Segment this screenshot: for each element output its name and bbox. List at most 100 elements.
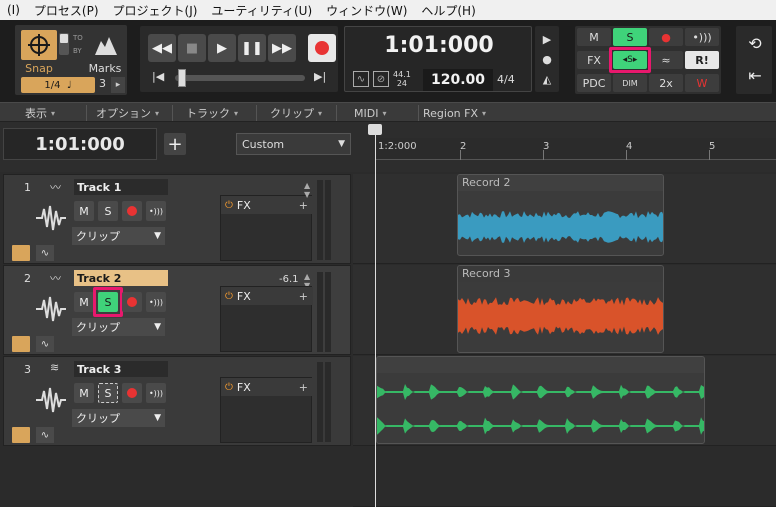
play-button[interactable]: ▶	[208, 34, 236, 62]
snap-resolution[interactable]: 1/4 ♩	[21, 77, 95, 93]
write-automation-icon[interactable]: W	[685, 74, 719, 92]
speed-button[interactable]: 2x	[649, 74, 683, 92]
pause-button[interactable]: ❚❚	[238, 34, 266, 62]
automation-lane-icon[interactable]: ∿	[36, 245, 54, 261]
track-header-1[interactable]: 1 〰 Track 1 M S •))) クリップ ▼ ∿ ⏻ FX + ▲ ▼	[3, 174, 351, 264]
menu-item-process[interactable]: プロセス(P)	[27, 2, 106, 19]
edit-filter-select[interactable]: クリップ ▼	[72, 318, 165, 336]
go-to-end-icon[interactable]: ▶|	[314, 70, 326, 83]
track-header-3[interactable]: 3 ≋ Track 3 M S •))) クリップ ▼ ∿ ⏻ FX +	[3, 356, 351, 446]
sync-icon[interactable]: ∿	[353, 71, 369, 87]
add-track-button[interactable]: +	[164, 133, 186, 155]
add-fx-icon[interactable]: +	[299, 381, 308, 394]
record-arm-button[interactable]	[122, 292, 142, 312]
record-mode-icon[interactable]: ●	[539, 50, 555, 68]
marks-icon[interactable]	[91, 31, 121, 59]
meter-field[interactable]: 4/4	[497, 73, 515, 86]
menu-item-project[interactable]: プロジェクト(J)	[106, 2, 205, 19]
track-name[interactable]: Track 2	[74, 270, 168, 286]
track-meter-2	[317, 272, 347, 352]
menu-options[interactable]: オプション ▾	[96, 105, 159, 121]
power-icon[interactable]: ⏻	[225, 200, 233, 211]
track-name[interactable]: Track 3	[74, 361, 168, 377]
dim-button[interactable]: DIM	[613, 74, 647, 92]
menu-track[interactable]: トラック ▾	[186, 105, 238, 121]
record-arm-button[interactable]	[122, 383, 142, 403]
play-mode-icon[interactable]: ▶	[539, 30, 555, 48]
fx-bin[interactable]: ⏻ FX +	[220, 286, 313, 352]
punch-icon[interactable]: ⇤	[744, 64, 766, 86]
solo-button[interactable]: S	[98, 201, 118, 221]
track-header-2[interactable]: 2 〰 Track 2 -6.1 ▲▼ M S •))) クリップ▼ ∿ ⏻FX…	[3, 265, 351, 355]
input-echo-icon[interactable]: •)))	[146, 383, 166, 403]
now-time[interactable]: 1:01:000	[345, 33, 533, 58]
record-arm-all-button[interactable]: ●	[649, 28, 683, 46]
automation-icon[interactable]: ≈	[649, 51, 683, 69]
record-arm-button[interactable]	[122, 201, 142, 221]
power-icon[interactable]: ⏻	[225, 382, 233, 393]
metronome-off-icon[interactable]: ⊘	[373, 71, 389, 87]
snap-to-by-toggle[interactable]	[59, 33, 69, 55]
solo-button[interactable]: S	[98, 383, 118, 403]
menu-midi[interactable]: MIDI ▾	[354, 105, 386, 121]
track-updown-icon[interactable]: ▲▼	[304, 181, 310, 199]
solo-all-button[interactable]: S	[613, 28, 647, 46]
fx-bin[interactable]: ⏻ FX +	[220, 195, 313, 261]
scrub-bar[interactable]	[175, 75, 305, 81]
automation-lane-icon[interactable]: ∿	[36, 336, 54, 352]
add-fx-icon[interactable]: +	[299, 290, 308, 303]
menu-item-help[interactable]: ヘルプ(H)	[414, 2, 482, 19]
rewind-button[interactable]: ◀◀	[148, 34, 176, 62]
menu-region-fx[interactable]: Region FX ▾	[423, 105, 486, 121]
track-pane-time[interactable]: 1:01:000	[3, 128, 157, 160]
menu-item-i[interactable]: (I)	[0, 3, 27, 17]
audio-clip-record-3[interactable]: Record 3	[457, 265, 664, 353]
track-template-select[interactable]: Custom ▼	[236, 133, 351, 155]
fast-forward-button[interactable]: ▶▶	[268, 34, 296, 62]
power-icon[interactable]: ⏻	[225, 291, 233, 302]
track-name[interactable]: Track 1	[74, 179, 168, 195]
pdc-button[interactable]: PDC	[577, 74, 611, 92]
fx-bin[interactable]: ⏻ FX +	[220, 377, 313, 443]
timeline-ruler[interactable]: 1:2:000 2 3 4 5	[375, 138, 776, 160]
input-echo-icon[interactable]: •)))	[146, 292, 166, 312]
input-echo-icon[interactable]: •)))	[146, 201, 166, 221]
add-fx-icon[interactable]: +	[299, 199, 308, 212]
edit-filter-select[interactable]: クリップ ▼	[72, 227, 165, 245]
track-meter-3	[317, 362, 347, 442]
empty-lane-area[interactable]	[353, 447, 776, 507]
track-color-icon[interactable]	[12, 427, 30, 443]
mute-button[interactable]: M	[74, 201, 94, 221]
fx-label: FX	[236, 289, 251, 303]
transport-module: ◀◀ ■ ▶ ❚❚ ▶▶ |◀ ▶|	[140, 26, 338, 92]
menu-item-window[interactable]: ウィンドウ(W)	[319, 2, 414, 19]
snap-dropdown-icon[interactable]: ▸	[111, 77, 125, 93]
tempo-field[interactable]: 120.00	[423, 69, 493, 91]
clip-title: Record 3	[462, 267, 511, 280]
menu-item-utility[interactable]: ユーティリティ(U)	[204, 2, 319, 19]
snap-icon[interactable]	[21, 30, 57, 60]
go-to-start-icon[interactable]: |◀	[152, 70, 164, 83]
playhead-line	[375, 134, 376, 507]
audio-clip-track-3[interactable]	[376, 356, 705, 444]
menu-clip[interactable]: クリップ ▾	[270, 105, 322, 121]
track-gain: -6.1	[279, 274, 299, 285]
scrub-handle[interactable]	[178, 69, 186, 87]
mute-all-button[interactable]: M	[577, 28, 611, 46]
fx-bypass-button[interactable]: FX	[577, 51, 611, 69]
metronome-icon[interactable]: ◭	[539, 70, 555, 88]
audio-clip-record-2[interactable]: Record 2	[457, 174, 664, 256]
edit-filter-select[interactable]: クリップ ▼	[72, 409, 165, 427]
automation-lane-icon[interactable]: ∿	[36, 427, 54, 443]
menu-view[interactable]: 表示 ▾	[25, 105, 55, 121]
mute-button[interactable]: M	[74, 383, 94, 403]
mute-button[interactable]: M	[74, 292, 94, 312]
input-echo-icon[interactable]: •)))	[685, 28, 719, 46]
track-color-icon[interactable]	[12, 336, 30, 352]
record-button[interactable]	[308, 34, 336, 62]
stop-button[interactable]: ■	[178, 34, 206, 62]
ruler-mark-2: 2	[460, 141, 467, 152]
read-automation-button[interactable]: R!	[685, 51, 719, 69]
track-color-icon[interactable]	[12, 245, 30, 261]
loop-icon[interactable]: ⟲	[744, 32, 766, 54]
